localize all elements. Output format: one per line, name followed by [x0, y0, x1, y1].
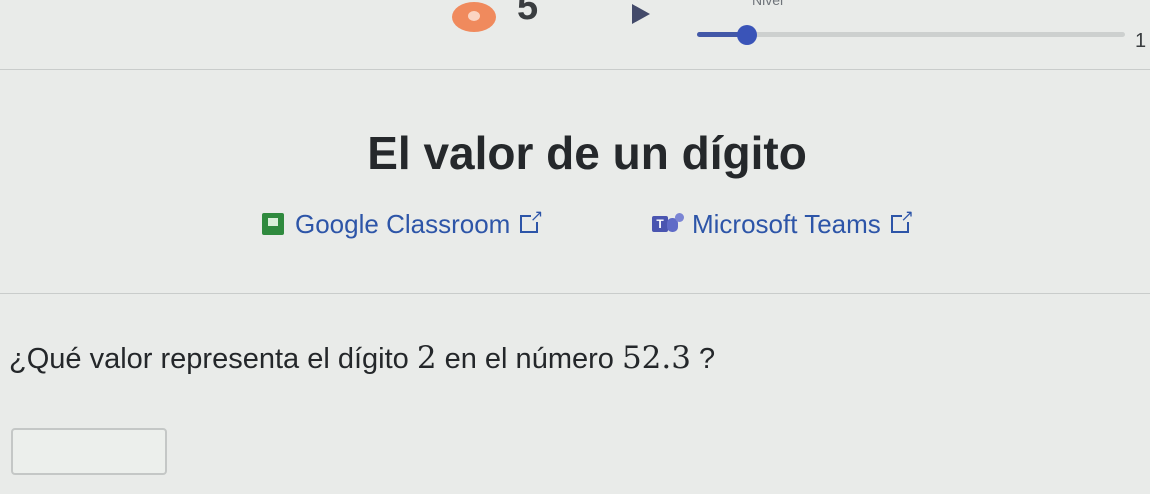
divider: [0, 293, 1150, 294]
play-icon[interactable]: [632, 4, 650, 24]
google-classroom-label: Google Classroom: [295, 208, 511, 239]
external-link-icon: [520, 206, 543, 233]
microsoft-teams-link[interactable]: T Microsoft Teams: [652, 206, 914, 240]
progress-bar: 5 Nivel 1: [0, 0, 1150, 70]
streak-count: 5: [517, 0, 539, 28]
streak-icon: [452, 2, 496, 32]
level-max: 1: [1135, 30, 1147, 52]
page-title: El valor de un dígito: [367, 127, 807, 179]
question-middle: en el número: [436, 343, 622, 375]
google-classroom-link[interactable]: Google Classroom: [262, 206, 543, 240]
level-track: [697, 32, 1125, 37]
question-number: 52.3: [621, 340, 691, 376]
question-text: ¿Qué valor representa el dígito 2 en el …: [9, 340, 715, 376]
question-digit: 2: [416, 340, 437, 376]
teams-glyph: T: [652, 216, 668, 232]
answer-input[interactable]: [11, 428, 167, 475]
question-suffix: ?: [690, 343, 716, 375]
external-link-icon: [890, 206, 914, 233]
divider: [0, 69, 1150, 70]
microsoft-teams-label: Microsoft Teams: [692, 208, 881, 239]
level-label: Nivel: [752, 0, 784, 8]
microsoft-teams-icon: T: [652, 213, 684, 235]
exercise-page: 5 Nivel 1 El valor de un dígito Google C…: [0, 0, 1150, 494]
level-marker: [737, 25, 757, 45]
google-classroom-icon: [262, 213, 284, 235]
question-prefix: ¿Qué valor representa el dígito: [9, 343, 417, 375]
